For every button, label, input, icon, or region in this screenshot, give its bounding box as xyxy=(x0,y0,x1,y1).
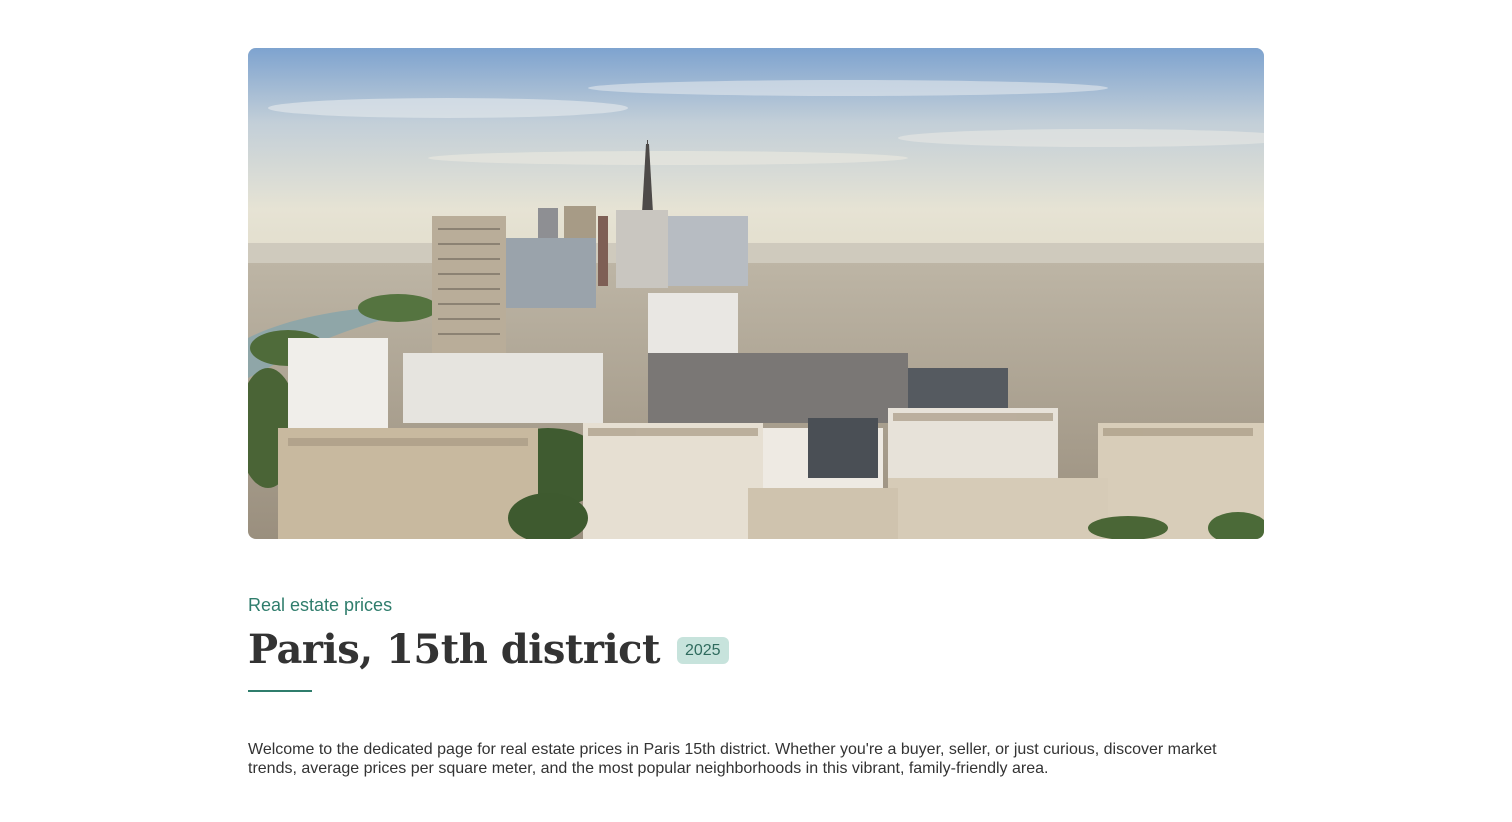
hero-image xyxy=(248,48,1264,539)
page-title: Paris, 15th district xyxy=(248,626,660,673)
page-content: Real estate prices Paris, 15th district … xyxy=(248,0,1264,778)
eyebrow-label: Real estate prices xyxy=(248,595,393,615)
paris-skyline-illustration xyxy=(248,48,1264,539)
year-badge: 2025 xyxy=(676,636,729,664)
title-row: Paris, 15th district 2025 xyxy=(248,626,1264,674)
title-underline xyxy=(248,690,312,692)
intro-paragraph: Welcome to the dedicated page for real e… xyxy=(248,741,1217,777)
